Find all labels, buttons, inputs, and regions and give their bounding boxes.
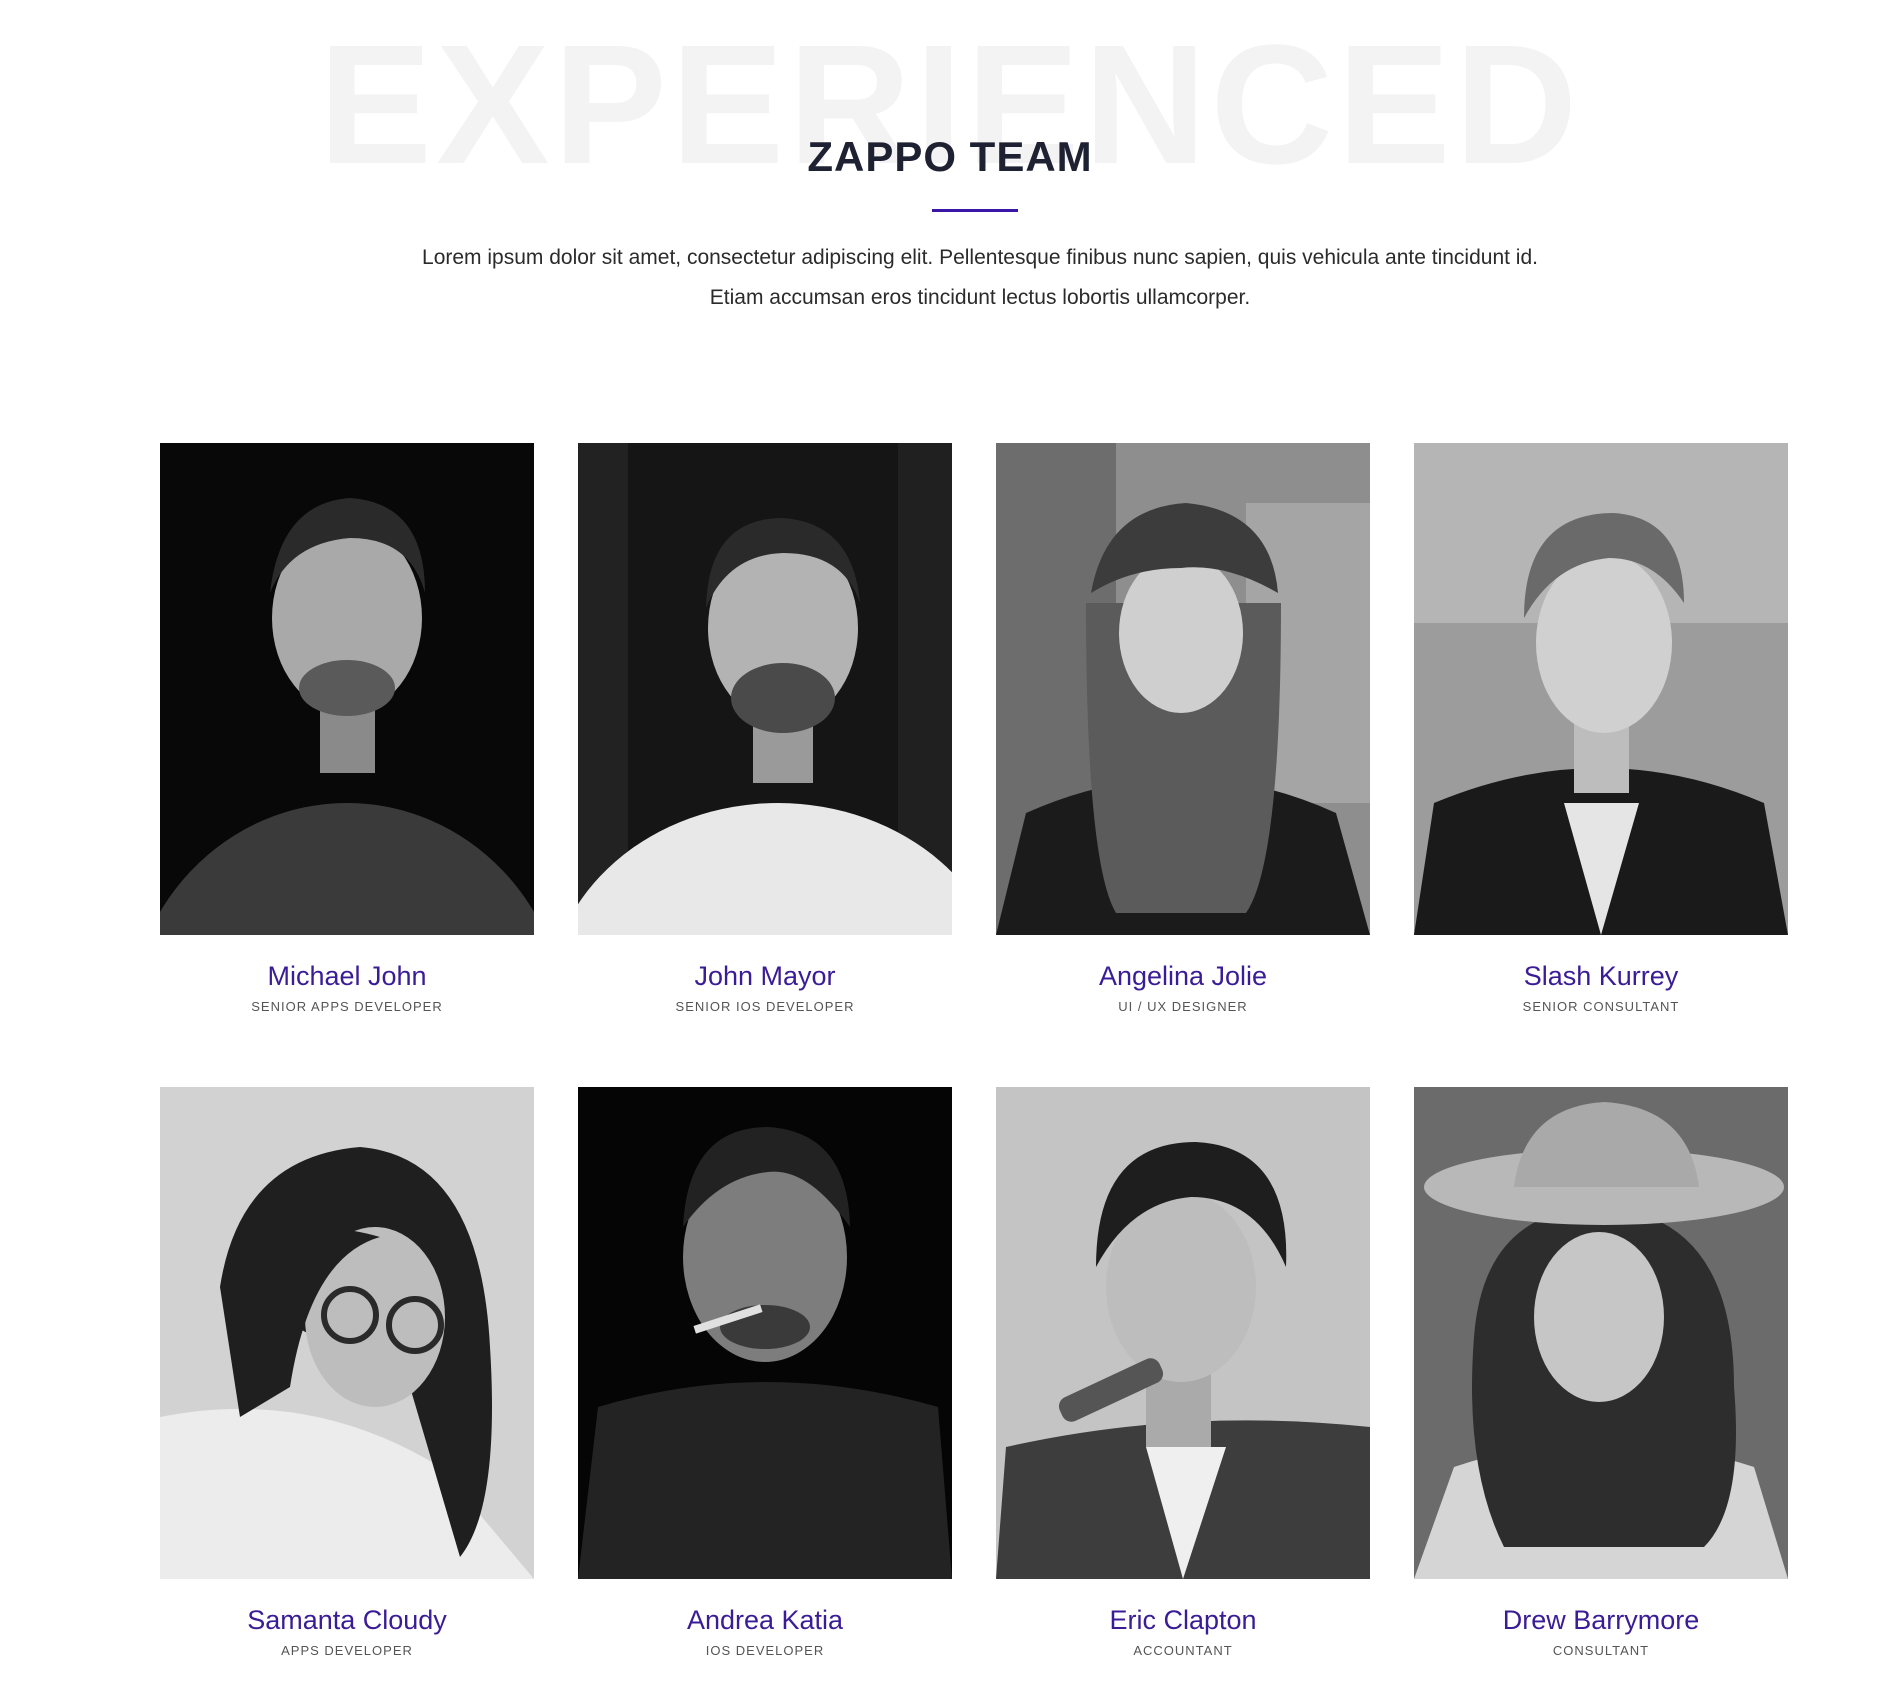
member-name[interactable]: John Mayor bbox=[578, 961, 952, 992]
member-photo[interactable] bbox=[1414, 1087, 1788, 1579]
team-card[interactable]: Angelina Jolie UI / UX DESIGNER bbox=[996, 443, 1370, 1013]
member-photo[interactable] bbox=[160, 443, 534, 935]
member-role: CONSULTANT bbox=[1552, 1643, 1650, 1659]
member-role: ACCOUNTANT bbox=[1133, 1643, 1233, 1659]
member-name[interactable]: Angelina Jolie bbox=[996, 961, 1370, 992]
member-photo[interactable] bbox=[578, 443, 952, 935]
member-photo[interactable] bbox=[578, 1087, 952, 1579]
team-section: EXPERIENCED ZAPPO TEAM Lorem ipsum dolor… bbox=[0, 0, 1900, 1702]
member-role: SENIOR APPS DEVELOPER bbox=[251, 999, 443, 1015]
member-photo[interactable] bbox=[996, 1087, 1370, 1579]
team-card[interactable]: Samanta Cloudy APPS DEVELOPER bbox=[160, 1087, 534, 1657]
member-name[interactable]: Eric Clapton bbox=[996, 1605, 1370, 1636]
portrait-image bbox=[160, 1087, 534, 1579]
team-card[interactable]: Eric Clapton ACCOUNTANT bbox=[996, 1087, 1370, 1657]
portrait-image bbox=[1414, 443, 1788, 935]
portrait-image bbox=[996, 1087, 1370, 1579]
member-role: SENIOR CONSULTANT bbox=[1522, 999, 1680, 1015]
portrait-image bbox=[578, 443, 952, 935]
member-role: IOS DEVELOPER bbox=[705, 1643, 825, 1659]
portrait-image bbox=[578, 1087, 952, 1579]
section-title: ZAPPO TEAM bbox=[807, 133, 1093, 180]
member-photo[interactable] bbox=[160, 1087, 534, 1579]
team-card[interactable]: John Mayor SENIOR IOS DEVELOPER bbox=[578, 443, 952, 1013]
team-card[interactable]: Drew Barrymore CONSULTANT bbox=[1414, 1087, 1788, 1657]
member-name[interactable]: Andrea Katia bbox=[578, 1605, 952, 1636]
member-name[interactable]: Samanta Cloudy bbox=[160, 1605, 534, 1636]
section-intro: Lorem ipsum dolor sit amet, consectetur … bbox=[422, 246, 1538, 309]
title-divider bbox=[932, 209, 1018, 212]
member-name[interactable]: Slash Kurrey bbox=[1414, 961, 1788, 992]
member-name[interactable]: Drew Barrymore bbox=[1414, 1605, 1788, 1636]
member-photo[interactable] bbox=[996, 443, 1370, 935]
member-role: SENIOR IOS DEVELOPER bbox=[675, 999, 855, 1015]
member-role: APPS DEVELOPER bbox=[281, 1643, 413, 1659]
portrait-image bbox=[1414, 1087, 1788, 1579]
member-photo[interactable] bbox=[1414, 443, 1788, 935]
team-card[interactable]: Andrea Katia IOS DEVELOPER bbox=[578, 1087, 952, 1657]
team-card[interactable]: Michael John SENIOR APPS DEVELOPER bbox=[160, 443, 534, 1013]
portrait-image bbox=[160, 443, 534, 935]
member-role: UI / UX DESIGNER bbox=[1118, 999, 1248, 1015]
team-card[interactable]: Slash Kurrey SENIOR CONSULTANT bbox=[1414, 443, 1788, 1013]
member-name[interactable]: Michael John bbox=[160, 961, 534, 992]
portrait-image bbox=[996, 443, 1370, 935]
